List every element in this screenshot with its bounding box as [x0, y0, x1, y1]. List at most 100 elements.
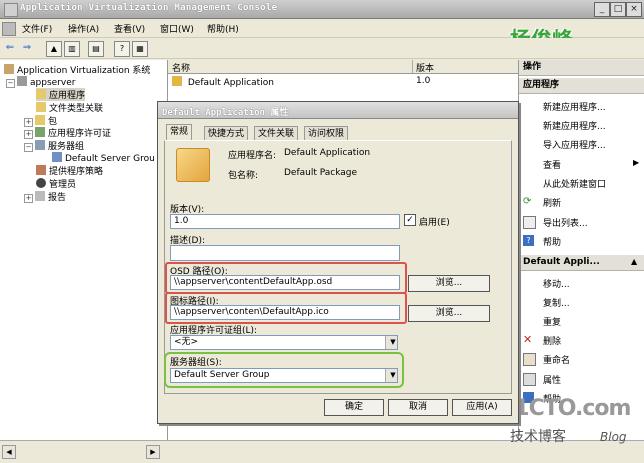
actions-header: 操作 [519, 60, 644, 76]
tree-item-applications[interactable]: 应用程序 [36, 88, 86, 101]
chevron-down-icon[interactable]: ▼ [385, 369, 397, 382]
delete-icon: ✕ [523, 333, 533, 346]
tree-item-provider-policies[interactable]: 提供程序策略 [36, 164, 103, 177]
report-icon [35, 191, 45, 201]
scroll-right-icon[interactable]: ▶ [146, 445, 160, 459]
collapse-icon[interactable]: − [24, 143, 33, 152]
column-name[interactable]: 名称 [172, 61, 190, 74]
scroll-left-icon[interactable]: ◀ [2, 445, 16, 459]
osd-path-field[interactable]: \\appserver\contentDefaultApp.osd [170, 275, 400, 290]
action-properties[interactable]: 属性 [543, 373, 561, 386]
properties-dialog: Default Application 属性 常规 快捷方式 文件关联 访问权限… [157, 101, 519, 424]
menu-action[interactable]: 操作(A) [68, 22, 99, 35]
tree-item-server-groups[interactable]: − 服务器组 [24, 139, 84, 152]
action-delete[interactable]: 删除 [543, 334, 561, 347]
enabled-label: 启用(E) [419, 218, 450, 228]
system-menu-icon[interactable] [2, 22, 16, 36]
actions-section-default-application[interactable]: Default Appli... [519, 255, 644, 271]
column-version[interactable]: 版本 [416, 61, 434, 74]
menu-help[interactable]: 帮助(H) [207, 22, 239, 35]
cancel-button[interactable]: 取消 [388, 399, 448, 416]
license-icon [35, 127, 45, 137]
version-field[interactable]: 1.0 [170, 214, 400, 229]
tab-shortcuts[interactable]: 快捷方式 [204, 126, 249, 141]
maximize-button[interactable]: □ [610, 2, 626, 17]
menu-file[interactable]: 文件(F) [22, 22, 52, 35]
policy-icon [36, 165, 46, 175]
table-row[interactable]: Default Application 1.0 [172, 76, 512, 88]
help-icon[interactable]: ? [114, 41, 130, 57]
expand-icon[interactable]: + [24, 194, 33, 203]
folder-icon [36, 102, 46, 112]
action-export-list[interactable]: 导出列表... [543, 216, 588, 229]
action-help[interactable]: 帮助 [543, 235, 561, 248]
help-icon: ? [523, 235, 534, 246]
navigation-tree: Application Virtualization 系统 − appserver… [0, 60, 168, 440]
action-move[interactable]: 移动... [543, 277, 570, 290]
export-icon[interactable]: ▤ [88, 41, 104, 57]
action-refresh[interactable]: 刷新 [543, 196, 561, 209]
action-import-application[interactable]: 导入应用程序... [543, 138, 606, 151]
app-icon [4, 3, 18, 17]
tree-item-administrators[interactable]: 管理员 [36, 177, 76, 190]
console-icon [4, 64, 14, 74]
up-folder-icon[interactable]: ▲ [46, 41, 62, 57]
app-name-label: 应用程序名: [228, 151, 277, 161]
enabled-checkbox[interactable]: ✓ [404, 214, 416, 226]
action-new-window[interactable]: 从此处新建窗口 [543, 177, 606, 190]
action-duplicate[interactable]: 重复 [543, 315, 561, 328]
ok-button[interactable]: 确定 [324, 399, 384, 416]
folder-icon [35, 115, 45, 125]
server-group-select[interactable]: Default Server Group ▼ [170, 368, 398, 383]
title-bar: Application Virtualization Management Co… [0, 0, 644, 19]
app-name-value: Default Application [284, 148, 371, 158]
properties-icon[interactable]: ▦ [132, 41, 148, 57]
tree-item-reports[interactable]: + 报告 [24, 190, 66, 203]
tab-access-permissions[interactable]: 访问权限 [304, 126, 349, 141]
icon-path-field[interactable]: \\appserver\conten\DefaultApp.ico [170, 305, 400, 320]
package-label: 包名称: [228, 171, 259, 181]
package-value: Default Package [284, 168, 358, 178]
action-new-application-2[interactable]: 新建应用程序... [543, 119, 606, 132]
apply-button[interactable]: 应用(A) [452, 399, 512, 416]
collapse-arrow-icon[interactable]: ▲ [631, 257, 637, 266]
tree-root[interactable]: Application Virtualization 系统 [4, 63, 150, 76]
menu-window[interactable]: 窗口(W) [160, 22, 194, 35]
actions-section-applications[interactable]: 应用程序 [519, 78, 644, 94]
submenu-arrow-icon: ▶ [633, 158, 640, 167]
action-new-application[interactable]: 新建应用程序... [543, 100, 606, 113]
chevron-down-icon[interactable]: ▼ [385, 336, 397, 349]
browse-osd-button[interactable]: 浏览... [408, 275, 490, 292]
application-icon [176, 148, 210, 182]
close-button[interactable]: × [626, 2, 642, 17]
show-tree-icon[interactable]: ▥ [64, 41, 80, 57]
actions-pane: 操作 应用程序 新建应用程序... 新建应用程序... 导入应用程序... 查看… [518, 60, 644, 440]
menu-view[interactable]: 查看(V) [114, 22, 145, 35]
forward-icon[interactable]: ⇒ [20, 41, 34, 55]
dialog-title: Default Application 属性 [162, 108, 289, 118]
collapse-icon[interactable]: − [6, 79, 15, 88]
action-rename[interactable]: 重命名 [543, 353, 570, 366]
tree-item-file-types[interactable]: 文件类型关联 [36, 101, 103, 114]
export-list-icon [523, 216, 536, 229]
admin-icon [36, 178, 46, 188]
license-group-select[interactable]: <无> ▼ [170, 335, 398, 350]
description-field[interactable] [170, 245, 400, 261]
tree-item-licenses[interactable]: + 应用程序许可证 [24, 126, 111, 139]
folder-icon [36, 89, 46, 99]
minimize-button[interactable]: _ [594, 2, 610, 17]
back-icon[interactable]: ⇐ [3, 41, 17, 55]
tree-server[interactable]: − appserver [6, 76, 75, 88]
tab-file-associations[interactable]: 文件关联 [254, 126, 299, 141]
action-view[interactable]: 查看 [543, 158, 561, 171]
window-title: Application Virtualization Management Co… [20, 3, 278, 13]
tree-item-default-server-group[interactable]: Default Server Grou [52, 152, 155, 164]
expand-icon[interactable]: + [24, 130, 33, 139]
watermark-blog: Blog [600, 430, 627, 444]
server-group-icon [35, 140, 45, 150]
browse-icon-button[interactable]: 浏览... [408, 305, 490, 322]
tab-general[interactable]: 常规 [166, 124, 193, 141]
server-icon [17, 76, 27, 86]
action-copy[interactable]: 复制... [543, 296, 570, 309]
watermark-sub: 技术博客 [510, 429, 566, 445]
